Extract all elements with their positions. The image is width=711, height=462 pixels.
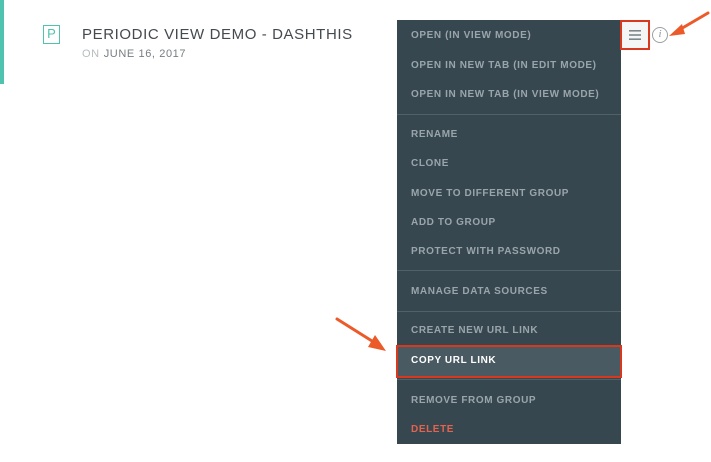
menu-divider <box>397 379 621 380</box>
menu-item-open-new-tab-edit[interactable]: OPEN IN NEW TAB (IN EDIT MODE) <box>397 54 621 78</box>
dashboard-date: ON JUNE 16, 2017 <box>82 48 186 60</box>
menu-divider <box>397 270 621 271</box>
menu-item-open-view-mode[interactable]: OPEN (IN VIEW MODE) <box>397 24 621 48</box>
menu-item-rename[interactable]: RENAME <box>397 123 621 147</box>
dashboard-context-menu: OPEN (IN VIEW MODE) OPEN IN NEW TAB (IN … <box>397 20 621 444</box>
dashboard-title[interactable]: PERIODIC VIEW DEMO - DASHTHIS <box>82 26 353 43</box>
menu-item-delete[interactable]: DELETE <box>397 418 621 442</box>
menu-item-remove-from-group[interactable]: REMOVE FROM GROUP <box>397 389 621 413</box>
date-value: JUNE 16, 2017 <box>103 48 187 60</box>
menu-item-protect-password[interactable]: PROTECT WITH PASSWORD <box>397 240 621 264</box>
menu-button[interactable] <box>620 20 650 50</box>
annotation-arrow-icon <box>669 11 710 36</box>
menu-item-create-url-link[interactable]: CREATE NEW URL LINK <box>397 319 621 343</box>
annotation-highlight-copy-url <box>396 345 622 378</box>
menu-divider <box>397 114 621 115</box>
menu-item-manage-data-sources[interactable]: MANAGE DATA SOURCES <box>397 280 621 304</box>
dashboard-accent-bar <box>0 0 4 84</box>
menu-divider <box>397 311 621 312</box>
menu-item-move-group[interactable]: MOVE TO DIFFERENT GROUP <box>397 182 621 206</box>
date-prefix: ON <box>82 48 100 60</box>
dashboard-type-icon: P <box>43 25 60 44</box>
menu-item-clone[interactable]: CLONE <box>397 152 621 176</box>
menu-item-open-new-tab-view[interactable]: OPEN IN NEW TAB (IN VIEW MODE) <box>397 83 621 107</box>
hamburger-menu-icon <box>629 30 641 40</box>
menu-item-add-to-group[interactable]: ADD TO GROUP <box>397 211 621 235</box>
annotation-arrow-icon <box>335 317 386 351</box>
